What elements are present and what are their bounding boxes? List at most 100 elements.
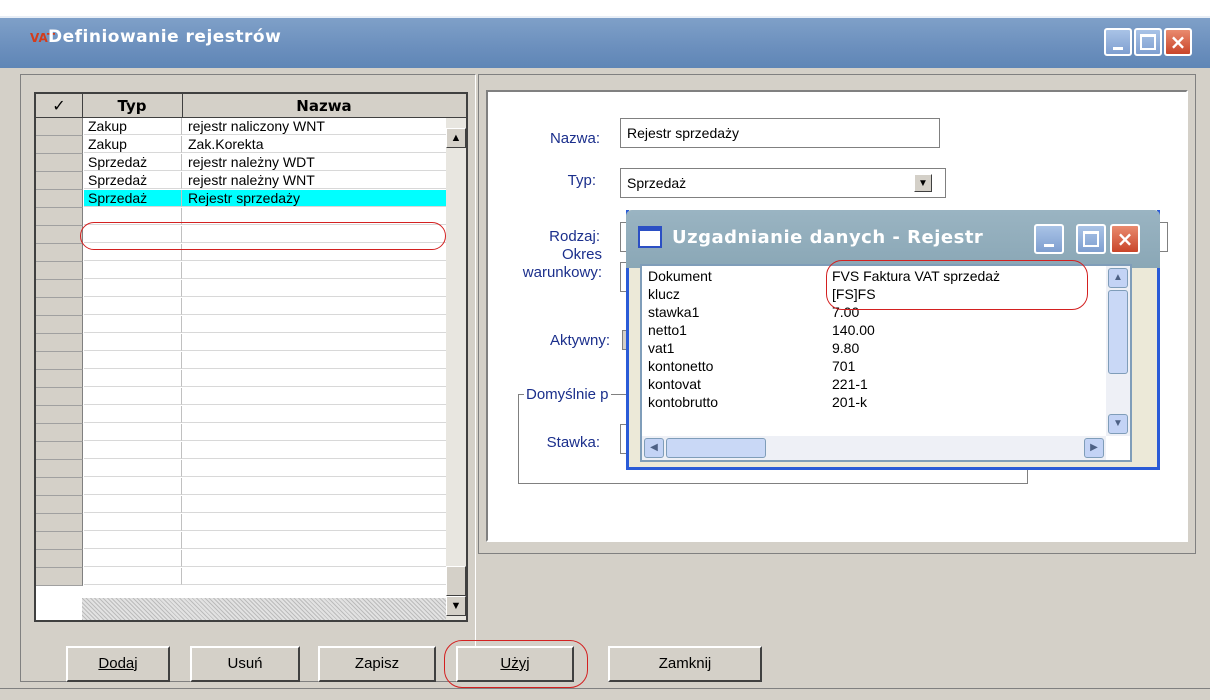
empty-row	[36, 460, 446, 478]
row-nazwa: Rejestr sprzedaży	[182, 190, 446, 207]
minimize-icon	[1044, 243, 1054, 247]
minimize-icon	[1113, 46, 1123, 50]
arrow-left-icon: ◀	[650, 442, 658, 453]
arrow-up-icon: ▲	[450, 132, 462, 144]
popup-title: Uzgadnianie danych - Rejestr	[672, 227, 984, 248]
row-selector[interactable]	[36, 190, 83, 208]
row-selector[interactable]	[36, 154, 83, 172]
row-selector[interactable]	[36, 118, 83, 136]
empty-row	[36, 406, 446, 424]
key-klucz: klucz	[648, 286, 680, 302]
value-kontobrutto: 201-k	[832, 394, 868, 410]
row-nazwa: rejestr naliczony WNT	[182, 118, 446, 135]
popup-scroll-left-button[interactable]: ◀	[644, 438, 664, 458]
table-row[interactable]: Zakup rejestr naliczony WNT	[36, 118, 446, 136]
scroll-up-button[interactable]: ▲	[446, 128, 466, 148]
popup-minimize-button[interactable]	[1034, 224, 1064, 254]
typ-dropdown[interactable]: Sprzedaż	[620, 168, 946, 198]
window-icon	[638, 226, 662, 248]
table-row-selected[interactable]: Sprzedaż Rejestr sprzedaży	[36, 190, 446, 208]
nazwa-label: Nazwa:	[549, 130, 600, 147]
minimize-button[interactable]	[1104, 28, 1132, 56]
empty-row	[36, 316, 446, 334]
empty-row	[36, 568, 446, 586]
key-netto1: netto1	[648, 322, 687, 338]
empty-row	[36, 550, 446, 568]
empty-row	[36, 280, 446, 298]
empty-row	[36, 262, 446, 280]
annotation-oval-uzyj	[444, 640, 588, 688]
value-vat1: 9.80	[832, 340, 860, 356]
aktywny-label: Aktywny:	[549, 332, 610, 349]
popup-scroll-right-button[interactable]: ▶	[1084, 438, 1104, 458]
empty-row	[36, 298, 446, 316]
rodzaj-label: Rodzaj:	[549, 228, 600, 245]
dodaj-button[interactable]: Dodaj	[66, 646, 170, 682]
close-button[interactable]: ×	[1164, 28, 1192, 56]
empty-row	[36, 370, 446, 388]
zapisz-button[interactable]: Zapisz	[318, 646, 436, 682]
popup-scroll-thumb[interactable]	[1108, 290, 1128, 374]
row-typ: Sprzedaż	[84, 172, 182, 189]
check-column-header: ✓	[36, 94, 83, 118]
maximize-icon	[1140, 34, 1156, 50]
table-row[interactable]: Zakup Zak.Korekta	[36, 136, 446, 154]
typ-selected-value: Sprzedaż	[627, 175, 687, 191]
close-icon: ×	[1116, 227, 1134, 251]
usun-button[interactable]: Usuń	[190, 646, 300, 682]
popup-hscroll-thumb[interactable]	[666, 438, 766, 458]
grid-vertical-scrollbar[interactable]	[446, 118, 466, 620]
grid-header: ✓ Typ Nazwa	[34, 92, 468, 118]
key-vat1: vat1	[648, 340, 675, 356]
empty-row	[36, 442, 446, 460]
empty-row	[36, 532, 446, 550]
empty-row	[36, 388, 446, 406]
popup-scroll-up-button[interactable]: ▲	[1108, 268, 1128, 288]
chevron-down-icon: ▼	[918, 177, 928, 189]
stawka-label: Stawka:	[546, 434, 600, 451]
registers-grid: Zakup rejestr naliczony WNT Zakup Zak.Ko…	[34, 92, 468, 622]
row-nazwa: rejestr należny WDT	[182, 154, 446, 171]
table-row[interactable]: Sprzedaż rejestr należny WNT	[36, 172, 446, 190]
maximize-button[interactable]	[1134, 28, 1162, 56]
popup-scroll-down-button[interactable]: ▼	[1108, 414, 1128, 434]
scroll-thumb[interactable]	[446, 566, 466, 596]
nazwa-field[interactable]: Rejestr sprzedaży	[620, 118, 940, 148]
zapisz-label: Zapisz	[354, 655, 400, 672]
zamknij-label: Zamknij	[658, 655, 712, 672]
okres-label-line1: Okres	[561, 246, 602, 263]
key-kontonetto: kontonetto	[648, 358, 714, 374]
table-row[interactable]: Sprzedaż rejestr należny WDT	[36, 154, 446, 172]
key-kontovat: kontovat	[648, 376, 701, 392]
arrow-right-icon: ▶	[1090, 442, 1098, 453]
annotation-oval-selected-row	[80, 222, 446, 250]
grid-empty-area	[82, 598, 446, 620]
popup-close-button[interactable]: ×	[1110, 224, 1140, 254]
nazwa-column-header[interactable]: Nazwa	[182, 94, 466, 118]
arrow-down-icon: ▼	[1113, 418, 1123, 429]
key-kontobrutto: kontobrutto	[648, 394, 719, 410]
row-nazwa: Zak.Korekta	[182, 136, 446, 153]
row-typ: Zakup	[84, 118, 182, 135]
row-typ: Sprzedaż	[84, 190, 182, 207]
okres-label-line2: warunkowy:	[522, 264, 602, 281]
zamknij-button[interactable]: Zamknij	[608, 646, 762, 682]
row-nazwa: rejestr należny WNT	[182, 172, 446, 189]
empty-row	[36, 334, 446, 352]
okres-label: Okres warunkowy:	[496, 246, 602, 282]
typ-column-header[interactable]: Typ	[82, 94, 183, 118]
key-dokument: Dokument	[648, 268, 712, 284]
popup-maximize-button[interactable]	[1076, 224, 1106, 254]
close-icon: ×	[1169, 30, 1187, 54]
key-stawka1: stawka1	[648, 304, 700, 320]
row-selector[interactable]	[36, 136, 83, 154]
empty-row	[36, 496, 446, 514]
row-selector[interactable]	[36, 172, 83, 190]
value-netto1: 140.00	[832, 322, 875, 338]
scroll-down-button[interactable]: ▼	[446, 596, 466, 616]
empty-row	[36, 352, 446, 370]
window-title: Definiowanie rejestrów	[48, 27, 282, 47]
maximize-icon	[1083, 231, 1099, 247]
check-icon: ✓	[52, 96, 66, 115]
typ-dropdown-button[interactable]: ▼	[914, 174, 932, 192]
